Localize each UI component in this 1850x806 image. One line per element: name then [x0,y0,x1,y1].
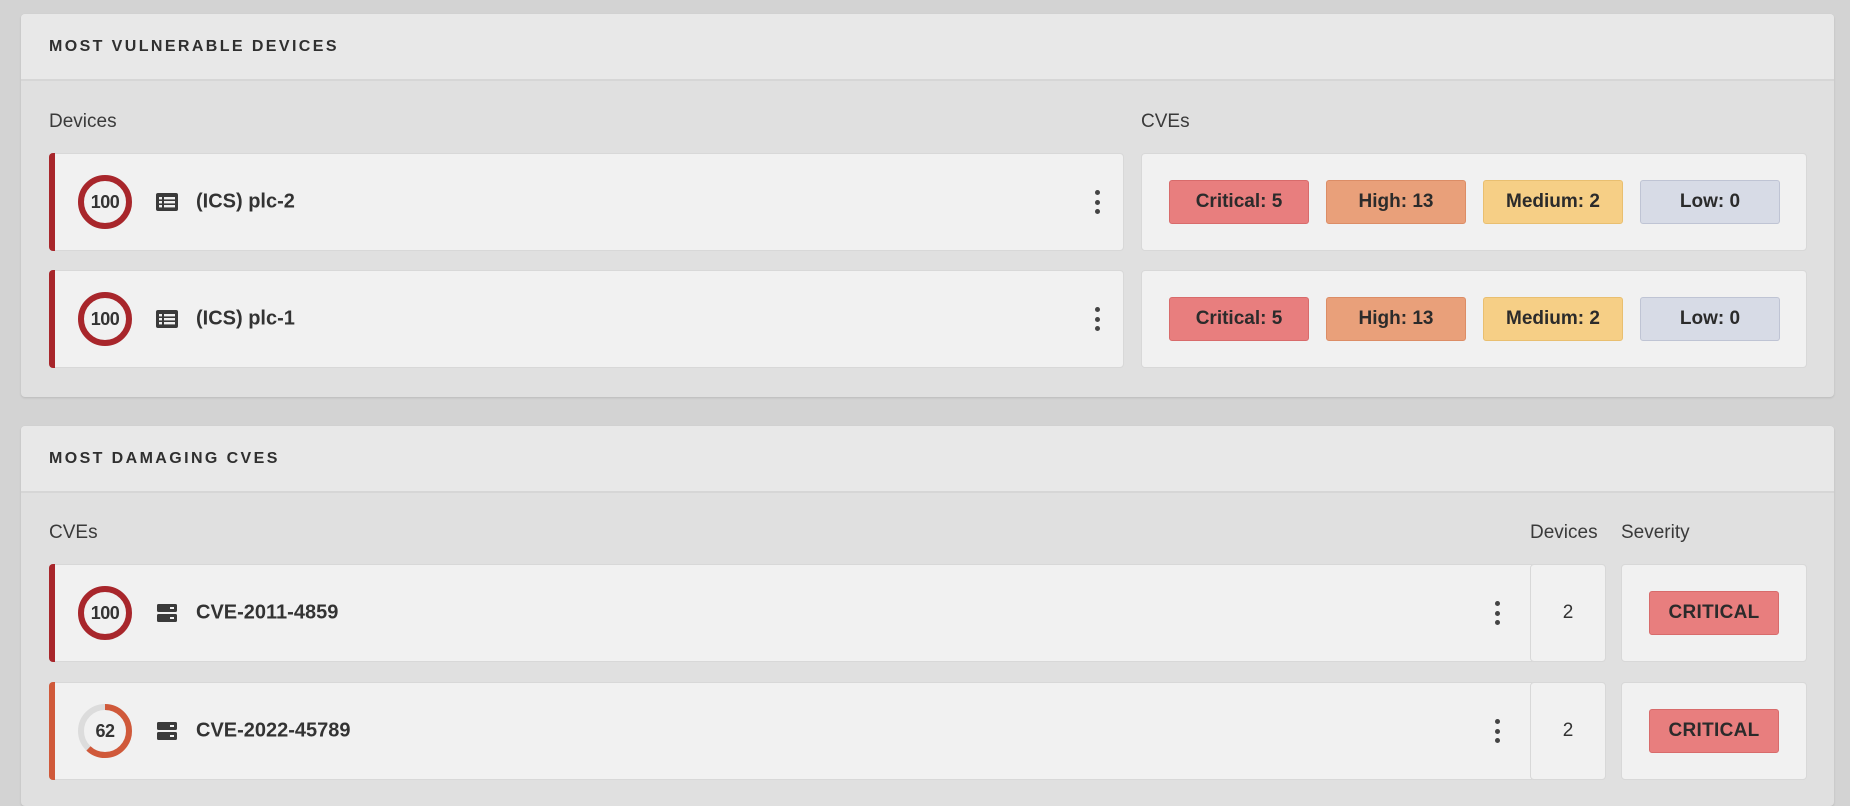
risk-score-value: 62 [95,720,115,741]
device-list-icon [156,193,178,211]
device-row[interactable]: 100 (ICS) plc-2 [49,153,1124,251]
high-count-badge: High: 13 [1326,297,1466,341]
high-count-badge: High: 13 [1326,180,1466,224]
device-name[interactable]: (ICS) plc-1 [196,308,295,331]
more-options-icon[interactable] [1491,601,1503,625]
cve-counts-card: Critical: 5 High: 13 Medium: 2 Low: 0 [1141,270,1807,368]
low-count-badge: Low: 0 [1640,297,1780,341]
risk-score-value: 100 [90,308,120,329]
severity-badge: CRITICAL [1649,591,1779,635]
severity-badge: CRITICAL [1649,709,1779,753]
medium-count-badge: Medium: 2 [1483,297,1623,341]
device-row[interactable]: 100 (ICS) plc-1 [49,270,1124,368]
risk-score-ring: 100 [77,585,133,641]
severity-column-label: Severity [1621,522,1690,543]
medium-count-badge: Medium: 2 [1483,180,1623,224]
devices-column-label: Devices [49,111,117,132]
severity-accent-bar [49,682,55,780]
more-options-icon[interactable] [1091,190,1103,214]
panel-title: MOST VULNERABLE DEVICES [49,37,339,55]
risk-score-ring: 62 [77,703,133,759]
panel-header: MOST VULNERABLE DEVICES [21,14,1834,81]
device-list-icon [156,310,178,328]
cve-id[interactable]: CVE-2022-45789 [196,720,351,743]
risk-score-ring: 100 [77,291,133,347]
server-icon [157,604,177,622]
affected-devices-count: 2 [1530,682,1606,780]
low-count-badge: Low: 0 [1640,180,1780,224]
cve-id[interactable]: CVE-2011-4859 [196,602,338,625]
panel-header: MOST DAMAGING CVES [21,426,1834,493]
device-name[interactable]: (ICS) plc-2 [196,191,295,214]
most-vulnerable-devices-panel: MOST VULNERABLE DEVICES Devices CVEs 100… [21,14,1834,397]
most-damaging-cves-panel: MOST DAMAGING CVES CVEs Devices Severity… [21,426,1834,806]
critical-count-badge: Critical: 5 [1169,297,1309,341]
device-count-value: 2 [1562,602,1574,623]
more-options-icon[interactable] [1491,719,1503,743]
severity-accent-bar [49,564,55,662]
severity-accent-bar [49,270,55,368]
devices-column-label: Devices [1530,522,1598,543]
more-options-icon[interactable] [1091,307,1103,331]
cves-column-label: CVEs [1141,111,1190,132]
cve-counts-card: Critical: 5 High: 13 Medium: 2 Low: 0 [1141,153,1807,251]
risk-score-value: 100 [90,602,120,623]
server-icon [157,722,177,740]
severity-card: CRITICAL [1621,564,1807,662]
cve-row[interactable]: 100 CVE-2011-4859 [49,564,1535,662]
cves-column-label: CVEs [49,522,98,543]
affected-devices-count: 2 [1530,564,1606,662]
cve-row[interactable]: 62 CVE-2022-45789 [49,682,1535,780]
critical-count-badge: Critical: 5 [1169,180,1309,224]
severity-accent-bar [49,153,55,251]
severity-card: CRITICAL [1621,682,1807,780]
risk-score-ring: 100 [77,174,133,230]
panel-title: MOST DAMAGING CVES [49,449,280,467]
device-count-value: 2 [1562,720,1574,741]
risk-score-value: 100 [90,191,120,212]
